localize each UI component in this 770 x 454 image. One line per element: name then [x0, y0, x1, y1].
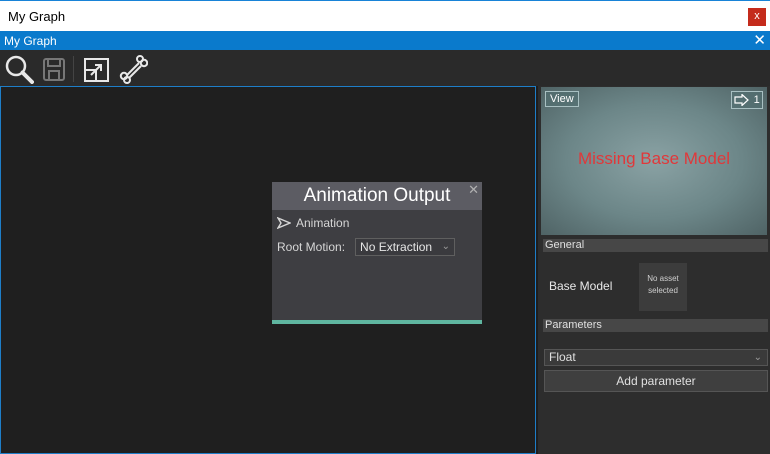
- properties-panel: View 1 Missing Base Model General Base M…: [538, 86, 770, 454]
- export-icon[interactable]: [82, 54, 112, 84]
- node-title: Animation Output: [303, 185, 451, 206]
- bone-icon[interactable]: [118, 54, 149, 84]
- missing-model-message: Missing Base Model: [577, 149, 731, 168]
- view-button[interactable]: View: [545, 91, 579, 107]
- editor-title: My Graph: [4, 34, 57, 48]
- editor-close-button[interactable]: ✕: [753, 31, 766, 50]
- model-preview[interactable]: View 1 Missing Base Model: [541, 87, 767, 235]
- animation-output-node[interactable]: Animation Output ✕ Animation Root Motion…: [272, 182, 482, 324]
- node-footer-bar: [272, 320, 482, 324]
- animation-input-pin[interactable]: Animation: [277, 216, 349, 230]
- animation-input-label: Animation: [296, 216, 350, 230]
- camera-count: 1: [753, 94, 760, 106]
- root-motion-row: Root Motion: No Extraction ⌄: [277, 238, 456, 256]
- toolbar-separator: [73, 56, 74, 82]
- window-close-button[interactable]: x: [748, 8, 766, 26]
- search-icon[interactable]: [4, 54, 34, 84]
- camera-button[interactable]: 1: [731, 91, 763, 109]
- base-model-asset-picker[interactable]: No asset selected: [639, 263, 687, 311]
- chevron-down-icon: ⌄: [753, 352, 762, 363]
- editor-header: My Graph ✕: [0, 31, 770, 50]
- toolbar: [0, 50, 770, 86]
- root-motion-dropdown[interactable]: No Extraction ⌄: [355, 238, 456, 256]
- asset-placeholder-line2: selected: [648, 286, 678, 295]
- root-motion-value: No Extraction: [360, 240, 433, 254]
- parameter-type-value: Float: [549, 350, 576, 364]
- save-icon[interactable]: [40, 54, 70, 84]
- window-titlebar: My Graph x: [0, 0, 770, 31]
- pin-arrow-icon: [277, 217, 291, 229]
- parameters-section-header[interactable]: Parameters: [543, 319, 768, 332]
- camera-arrow-icon: [734, 94, 750, 106]
- asset-placeholder-line1: No asset: [647, 274, 679, 283]
- general-section-header[interactable]: General: [543, 239, 768, 252]
- parameter-type-dropdown[interactable]: Float ⌄: [544, 349, 768, 366]
- window-title: My Graph: [8, 9, 66, 24]
- chevron-down-icon: ⌄: [441, 241, 451, 252]
- node-header[interactable]: Animation Output ✕: [272, 182, 482, 210]
- root-motion-label: Root Motion:: [277, 240, 346, 254]
- base-model-label: Base Model: [549, 279, 613, 293]
- node-close-button[interactable]: ✕: [468, 182, 479, 198]
- add-parameter-button[interactable]: Add parameter: [544, 370, 768, 392]
